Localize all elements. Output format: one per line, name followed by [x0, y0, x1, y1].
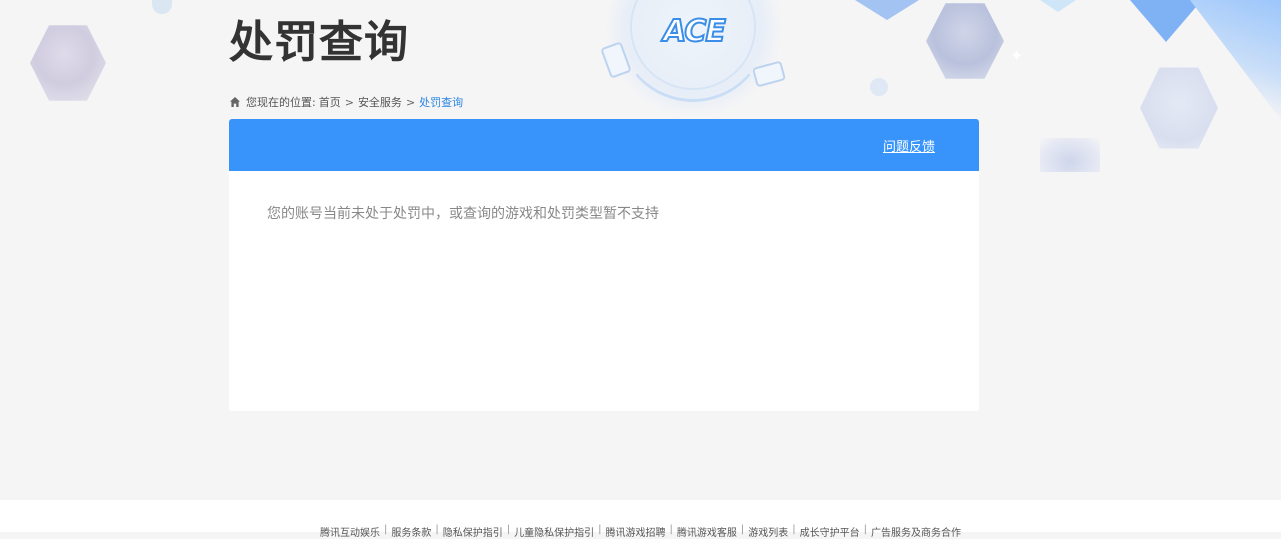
page-title: 处罚查询	[229, 17, 409, 68]
card-icon	[751, 60, 787, 88]
character-decoration-small	[1040, 138, 1100, 172]
ace-emblem-glow	[606, 0, 782, 116]
ace-emblem-ring	[630, 0, 756, 90]
result-message: 您的账号当前未处于处罚中，或查询的游戏和处罚类型暂不支持	[267, 206, 659, 222]
breadcrumb-separator: >	[405, 95, 416, 109]
breadcrumb-current: 处罚查询	[419, 96, 464, 109]
decorative-dot	[152, 0, 172, 14]
character-thumbnail-right	[926, 3, 1004, 79]
phone-icon	[600, 41, 632, 79]
ace-logo: ACE	[662, 13, 727, 50]
breadcrumb-security-services[interactable]: 安全服务	[358, 94, 402, 110]
breadcrumb-prefix: 您现在的位置:	[246, 96, 316, 109]
ace-emblem-outer-ring	[618, 0, 768, 102]
penalty-result-panel: 问题反馈 您的账号当前未处于处罚中，或查询的游戏和处罚类型暂不支持	[229, 119, 979, 411]
character-thumbnail-left	[30, 25, 106, 101]
decorative-triangle	[1040, 0, 1076, 12]
decorative-triangle	[1130, 0, 1202, 42]
character-thumbnail-right-lower	[1140, 67, 1218, 149]
decorative-corner-gradient	[1190, 0, 1281, 120]
panel-header: 问题反馈	[229, 119, 979, 171]
decorative-triangle	[855, 0, 919, 20]
sparkle-icon: ✦	[1010, 46, 1024, 65]
breadcrumb-home[interactable]: 首页	[319, 94, 341, 110]
breadcrumb-separator: >	[344, 95, 354, 109]
feedback-link[interactable]: 问题反馈	[883, 136, 935, 155]
home-icon	[230, 97, 240, 107]
decorative-dot	[870, 78, 888, 96]
breadcrumb: 您现在的位置: 首页 > 安全服务 > 处罚查询	[229, 94, 463, 110]
footer: 腾讯互动娱乐 | 服务条款 | 隐私保护指引 | 儿童隐私保护指引 | 腾讯游戏…	[0, 500, 1281, 539]
